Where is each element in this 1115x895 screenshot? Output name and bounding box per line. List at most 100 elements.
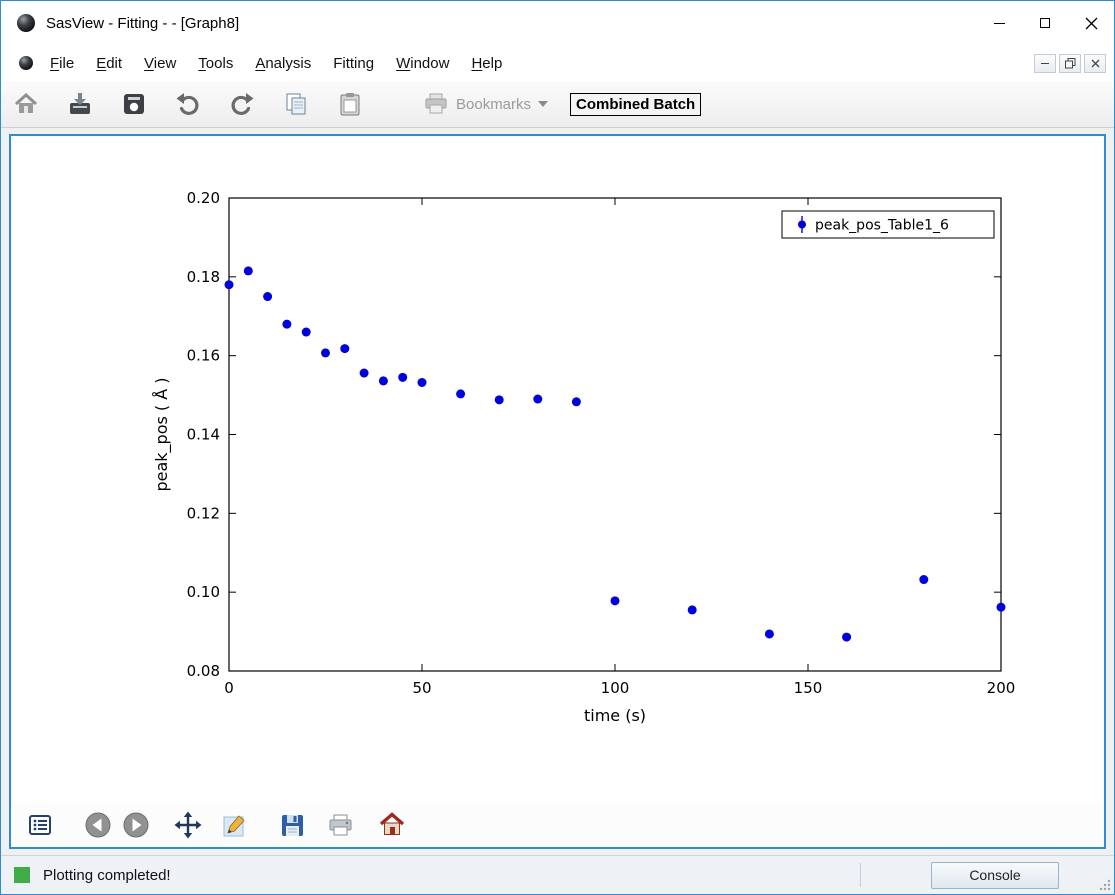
app-window: SasView - Fitting - - [Graph8] FileEditV… — [0, 0, 1115, 895]
data-point — [456, 389, 465, 398]
plot-toolbar — [11, 803, 1104, 847]
data-point — [282, 320, 291, 329]
menu-bar: FileEditViewToolsAnalysisFittingWindowHe… — [1, 45, 1114, 81]
sasview-logo-icon — [17, 14, 35, 32]
menu-window[interactable]: Window — [385, 51, 460, 76]
mdi-window-controls — [1034, 54, 1106, 73]
copy-button[interactable] — [281, 89, 311, 119]
data-point — [842, 633, 851, 642]
y-tick-label: 0.14 — [187, 426, 220, 444]
report-icon — [121, 91, 147, 117]
home-button[interactable] — [11, 89, 41, 119]
bookmarks-printer-icon — [423, 91, 449, 117]
caret-down-icon — [538, 101, 548, 107]
data-point — [997, 603, 1006, 612]
legend-label: peak_pos_Table1_6 — [815, 218, 949, 234]
data-point — [495, 395, 504, 404]
plot-context-button[interactable] — [25, 810, 55, 840]
status-bar: Plotting completed! Console — [1, 855, 1114, 894]
save-icon — [67, 91, 93, 117]
data-point — [225, 280, 234, 289]
mdi-close-button[interactable] — [1084, 54, 1106, 73]
x-tick-label: 100 — [601, 679, 630, 697]
y-tick-label: 0.16 — [187, 347, 220, 365]
graph-panel: 0501001502000.080.100.120.140.160.180.20… — [9, 134, 1106, 849]
menu-analysis[interactable]: Analysis — [244, 51, 322, 76]
title-bar: SasView - Fitting - - [Graph8] — [1, 1, 1114, 45]
console-button[interactable]: Console — [931, 862, 1059, 889]
menu-items: FileEditViewToolsAnalysisFittingWindowHe… — [39, 51, 513, 76]
legend-marker — [798, 221, 806, 229]
home-icon — [13, 91, 39, 117]
plot-context-icon — [27, 812, 53, 838]
x-tick-label: 150 — [794, 679, 823, 697]
print-button[interactable] — [325, 810, 355, 840]
report-button[interactable] — [119, 89, 149, 119]
y-tick-label: 0.10 — [187, 583, 220, 601]
mdi-child-icon — [19, 56, 33, 70]
figure: 0501001502000.080.100.120.140.160.180.20… — [11, 136, 1104, 803]
close-button[interactable] — [1068, 1, 1114, 45]
close-icon — [1085, 17, 1098, 30]
x-tick-label: 50 — [412, 679, 431, 697]
back-icon — [84, 811, 112, 839]
forward-button[interactable] — [121, 810, 151, 840]
combined-batch-button[interactable]: Combined Batch — [570, 93, 701, 116]
mdi-restore-button[interactable] — [1059, 54, 1081, 73]
forward-icon — [122, 811, 150, 839]
maximize-icon — [1040, 18, 1050, 28]
data-point — [360, 369, 369, 378]
menu-help[interactable]: Help — [460, 51, 513, 76]
main-toolbar: Bookmarks Combined Batch — [1, 81, 1114, 128]
mdi-minimize-button[interactable] — [1034, 54, 1056, 73]
menu-view[interactable]: View — [133, 51, 187, 76]
reset-home-icon — [378, 811, 406, 839]
x-tick-label: 200 — [987, 679, 1016, 697]
pan-button[interactable] — [173, 810, 203, 840]
data-point — [302, 328, 311, 337]
maximize-button[interactable] — [1022, 1, 1068, 45]
data-point — [919, 575, 928, 584]
undo-button[interactable] — [173, 89, 203, 119]
plot-canvas[interactable]: 0501001502000.080.100.120.140.160.180.20… — [11, 136, 1106, 805]
paste-icon — [337, 91, 363, 117]
resize-grip-icon[interactable] — [1099, 879, 1111, 891]
data-point — [765, 629, 774, 638]
reset-home-button[interactable] — [377, 810, 407, 840]
x-tick-label: 0 — [224, 679, 234, 697]
y-tick-label: 0.18 — [187, 268, 220, 286]
save-plot-button[interactable] — [277, 810, 307, 840]
window-title: SasView - Fitting - - [Graph8] — [46, 15, 239, 32]
data-point — [418, 378, 427, 387]
bookmarks-button[interactable]: Bookmarks — [423, 91, 548, 117]
x-axis-label: time (s) — [584, 706, 646, 725]
data-point — [379, 376, 388, 385]
menu-file[interactable]: File — [39, 51, 85, 76]
y-axis-label: peak_pos ( Å ) — [152, 377, 172, 491]
window-controls — [976, 1, 1114, 45]
print-icon — [327, 812, 354, 839]
back-button[interactable] — [83, 810, 113, 840]
menu-tools[interactable]: Tools — [187, 51, 244, 76]
data-point — [263, 292, 272, 301]
minimize-button[interactable] — [976, 1, 1022, 45]
client-area: 0501001502000.080.100.120.140.160.180.20… — [1, 128, 1114, 855]
save-plot-icon — [279, 812, 306, 839]
pan-icon — [174, 811, 202, 839]
data-point — [611, 596, 620, 605]
mdi-close-icon — [1091, 59, 1100, 68]
data-point — [398, 373, 407, 382]
edit-button[interactable] — [219, 810, 249, 840]
data-point — [572, 397, 581, 406]
redo-button[interactable] — [227, 89, 257, 119]
data-point — [321, 348, 330, 357]
save-button[interactable] — [65, 89, 95, 119]
paste-button[interactable] — [335, 89, 365, 119]
statusbar-divider — [860, 863, 861, 887]
status-indicator-icon — [14, 867, 30, 883]
data-point — [340, 344, 349, 353]
menu-fitting[interactable]: Fitting — [322, 51, 385, 76]
menu-edit[interactable]: Edit — [85, 51, 133, 76]
bookmarks-label: Bookmarks — [456, 96, 531, 113]
mdi-restore-icon — [1065, 58, 1076, 69]
